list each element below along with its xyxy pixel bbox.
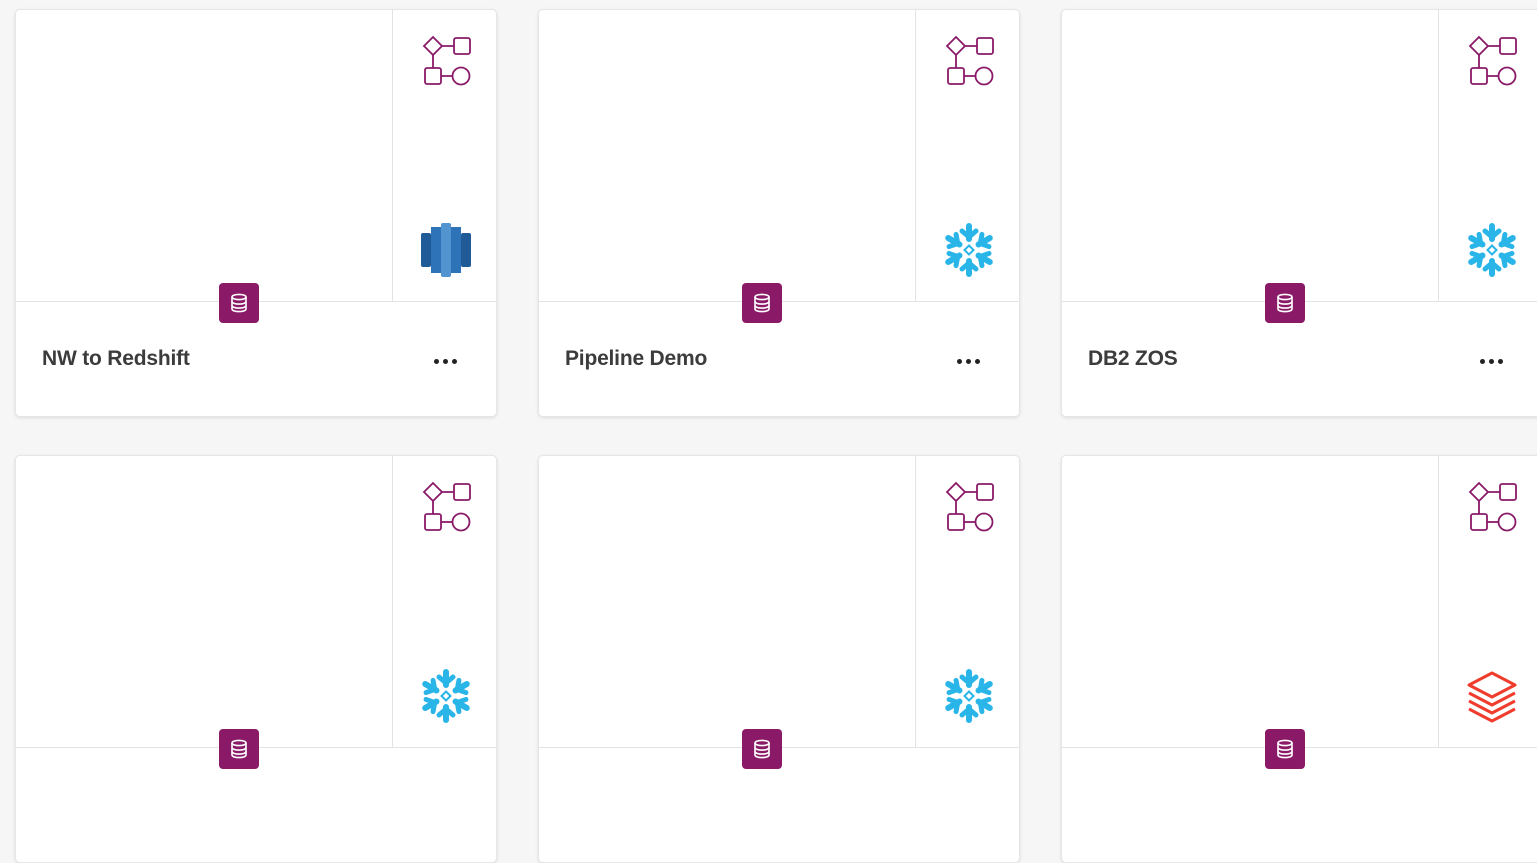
more-options-button[interactable] xyxy=(949,346,987,376)
ellipsis-icon xyxy=(433,358,457,364)
databricks-icon xyxy=(1467,671,1517,723)
project-card[interactable]: NW to Redshift xyxy=(15,9,497,417)
card-side-panel xyxy=(392,10,496,301)
card-side-panel xyxy=(1438,10,1537,301)
project-card[interactable]: DB2 ZOS xyxy=(1061,9,1537,417)
card-side-panel xyxy=(1438,456,1537,747)
more-options-button[interactable] xyxy=(426,346,464,376)
more-options-button[interactable] xyxy=(1472,346,1510,376)
database-badge xyxy=(219,729,259,769)
database-badge xyxy=(219,283,259,323)
data-pipeline-icon xyxy=(422,35,471,86)
project-card[interactable] xyxy=(15,455,497,863)
database-icon xyxy=(1277,739,1293,759)
card-side-panel xyxy=(392,456,496,747)
database-icon xyxy=(231,739,247,759)
data-pipeline-icon xyxy=(422,481,471,532)
database-badge xyxy=(1265,283,1305,323)
snowflake-icon xyxy=(422,669,470,723)
snowflake-icon xyxy=(945,223,993,277)
data-pipeline-icon xyxy=(945,481,994,532)
project-card[interactable] xyxy=(1061,455,1537,863)
snowflake-icon xyxy=(945,669,993,723)
card-side-panel xyxy=(915,456,1019,747)
database-icon xyxy=(754,293,770,313)
database-icon xyxy=(754,739,770,759)
database-badge xyxy=(742,729,782,769)
card-title[interactable]: NW to Redshift xyxy=(42,347,190,371)
data-pipeline-icon xyxy=(1468,481,1517,532)
card-title[interactable]: DB2 ZOS xyxy=(1088,347,1178,371)
redshift-icon xyxy=(421,223,471,277)
project-card[interactable]: Pipeline Demo xyxy=(538,9,1020,417)
ellipsis-icon xyxy=(956,358,980,364)
database-badge xyxy=(742,283,782,323)
database-badge xyxy=(1265,729,1305,769)
data-pipeline-icon xyxy=(945,35,994,86)
database-icon xyxy=(1277,293,1293,313)
database-icon xyxy=(231,293,247,313)
ellipsis-icon xyxy=(1479,358,1503,364)
card-title[interactable]: Pipeline Demo xyxy=(565,347,707,371)
project-card[interactable] xyxy=(538,455,1020,863)
data-pipeline-icon xyxy=(1468,35,1517,86)
snowflake-icon xyxy=(1468,223,1516,277)
card-side-panel xyxy=(915,10,1019,301)
